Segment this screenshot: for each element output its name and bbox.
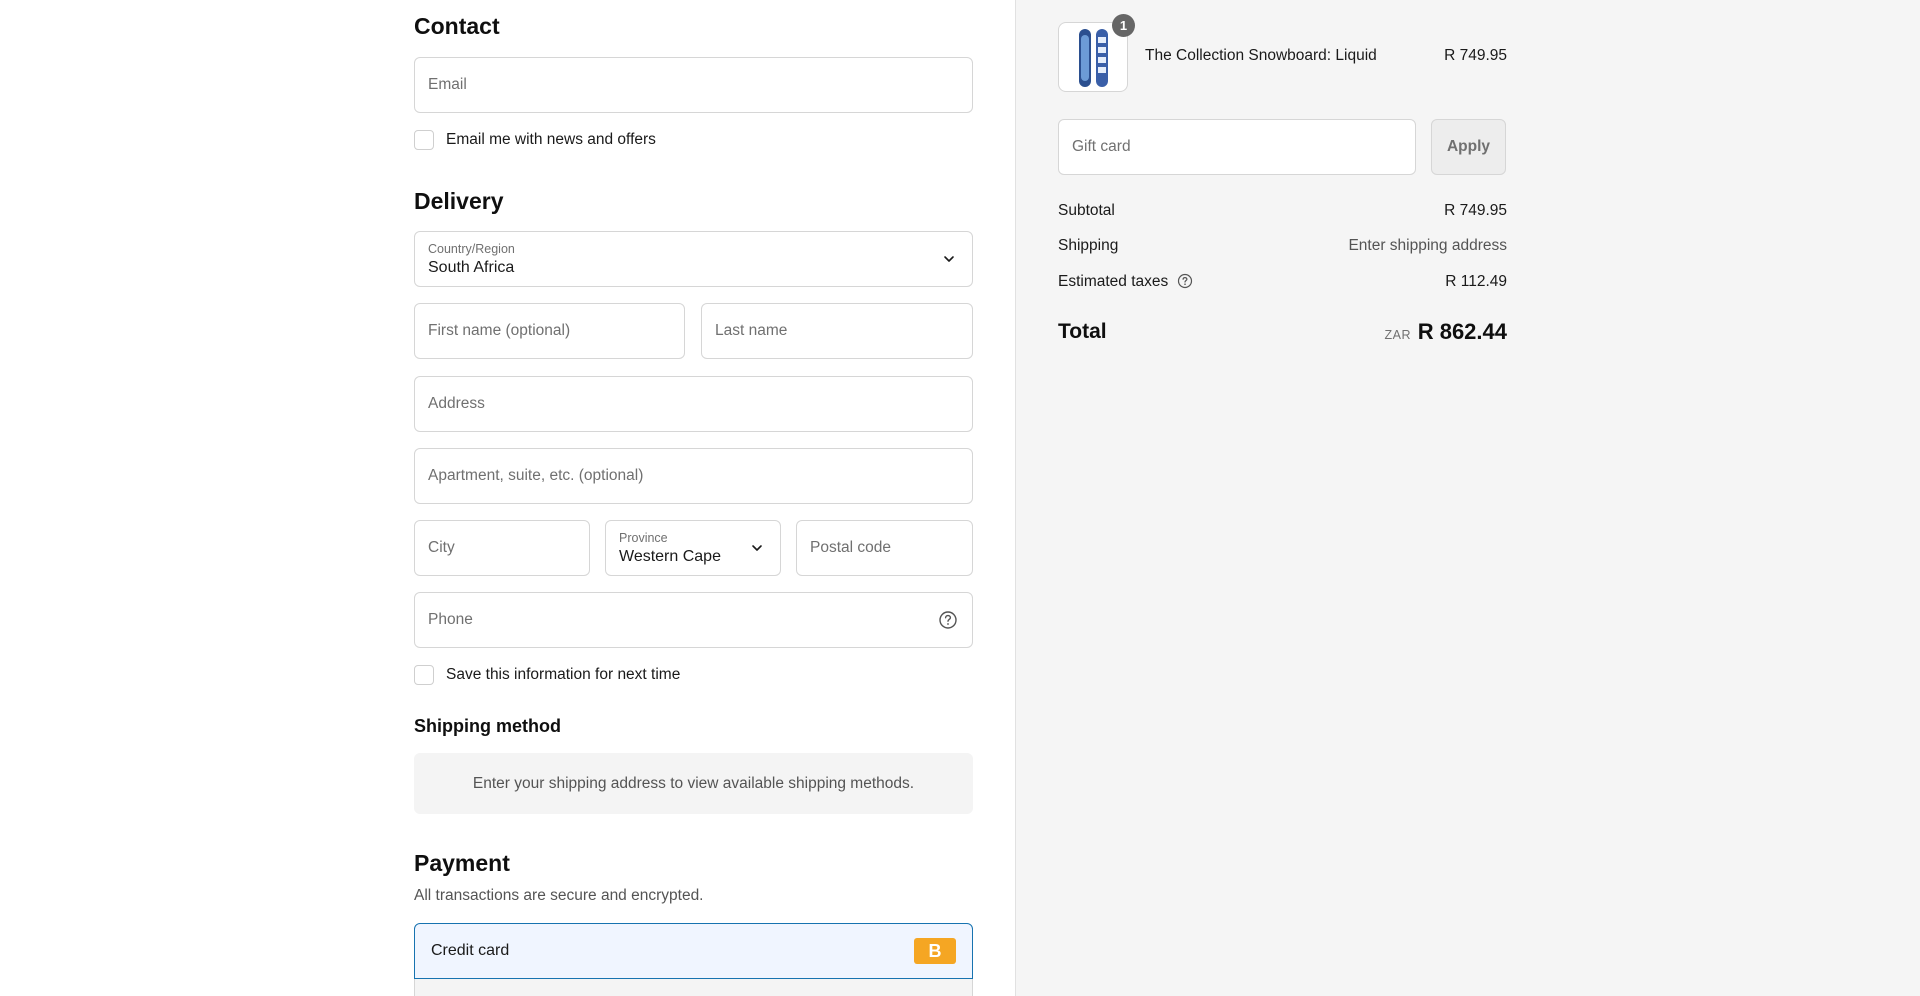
address-field[interactable]: Address	[414, 376, 973, 432]
province-label: Province	[619, 531, 668, 545]
city-placeholder: City	[428, 539, 455, 556]
phone-placeholder: Phone	[428, 611, 473, 628]
help-circle-icon[interactable]	[1177, 273, 1193, 289]
quantity-badge: 1	[1112, 14, 1135, 37]
delivery-heading: Delivery	[414, 188, 504, 214]
shipping-method-notice: Enter your shipping address to view avai…	[414, 753, 973, 814]
country-value: South Africa	[428, 259, 515, 276]
shipping-label: Shipping	[1058, 237, 1119, 254]
product-price: R 749.95	[1444, 47, 1507, 64]
product-name: The Collection Snowboard: Liquid	[1145, 47, 1377, 64]
chevron-down-icon	[944, 256, 954, 262]
total-label: Total	[1058, 320, 1107, 343]
apply-button[interactable]: Apply	[1431, 119, 1506, 175]
province-select[interactable]: Province Western Cape	[605, 520, 781, 576]
total-value: R 862.44	[1417, 319, 1507, 344]
postal-code-placeholder: Postal code	[810, 539, 891, 556]
newsletter-label: Email me with news and offers	[446, 131, 656, 148]
shipping-method-message: Enter your shipping address to view avai…	[472, 774, 915, 792]
email-field[interactable]: Email	[414, 57, 973, 113]
save-info-label: Save this information for next time	[446, 666, 681, 683]
credit-card-label: Credit card	[431, 942, 510, 959]
first-name-field[interactable]: First name (optional)	[414, 303, 685, 359]
payment-subtitle: All transactions are secure and encrypte…	[414, 887, 704, 904]
newsletter-checkbox[interactable]	[414, 130, 434, 150]
chevron-down-icon	[752, 545, 762, 551]
address-placeholder: Address	[428, 395, 485, 412]
payment-heading: Payment	[414, 850, 510, 876]
gift-card-placeholder: Gift card	[1072, 138, 1131, 155]
card-brand-badge: B	[914, 938, 956, 964]
credit-card-details-area	[414, 979, 973, 996]
email-placeholder: Email	[428, 76, 467, 93]
help-circle-icon[interactable]	[938, 610, 958, 630]
city-field[interactable]: City	[414, 520, 590, 576]
save-info-checkbox[interactable]	[414, 665, 434, 685]
first-name-placeholder: First name (optional)	[428, 322, 571, 339]
subtotal-label: Subtotal	[1058, 202, 1115, 219]
shipping-value: Enter shipping address	[1348, 237, 1507, 254]
province-value: Western Cape	[619, 548, 721, 565]
contact-heading: Contact	[414, 13, 500, 39]
last-name-placeholder: Last name	[715, 322, 788, 339]
last-name-field[interactable]: Last name	[701, 303, 973, 359]
gift-card-input[interactable]: Gift card	[1058, 119, 1416, 175]
subtotal-value: R 749.95	[1444, 202, 1507, 219]
country-label: Country/Region	[428, 242, 515, 256]
shipping-method-heading: Shipping method	[414, 716, 561, 736]
apartment-field[interactable]: Apartment, suite, etc. (optional)	[414, 448, 973, 504]
estimated-taxes-label: Estimated taxes	[1058, 273, 1169, 290]
estimated-taxes-value: R 112.49	[1445, 273, 1507, 290]
phone-field[interactable]: Phone	[414, 592, 973, 648]
total-currency: ZAR	[1384, 328, 1411, 342]
postal-code-field[interactable]: Postal code	[796, 520, 973, 576]
country-select[interactable]: Country/Region South Africa	[414, 231, 973, 287]
credit-card-option[interactable]: Credit card B	[414, 923, 973, 979]
apartment-placeholder: Apartment, suite, etc. (optional)	[428, 467, 644, 484]
